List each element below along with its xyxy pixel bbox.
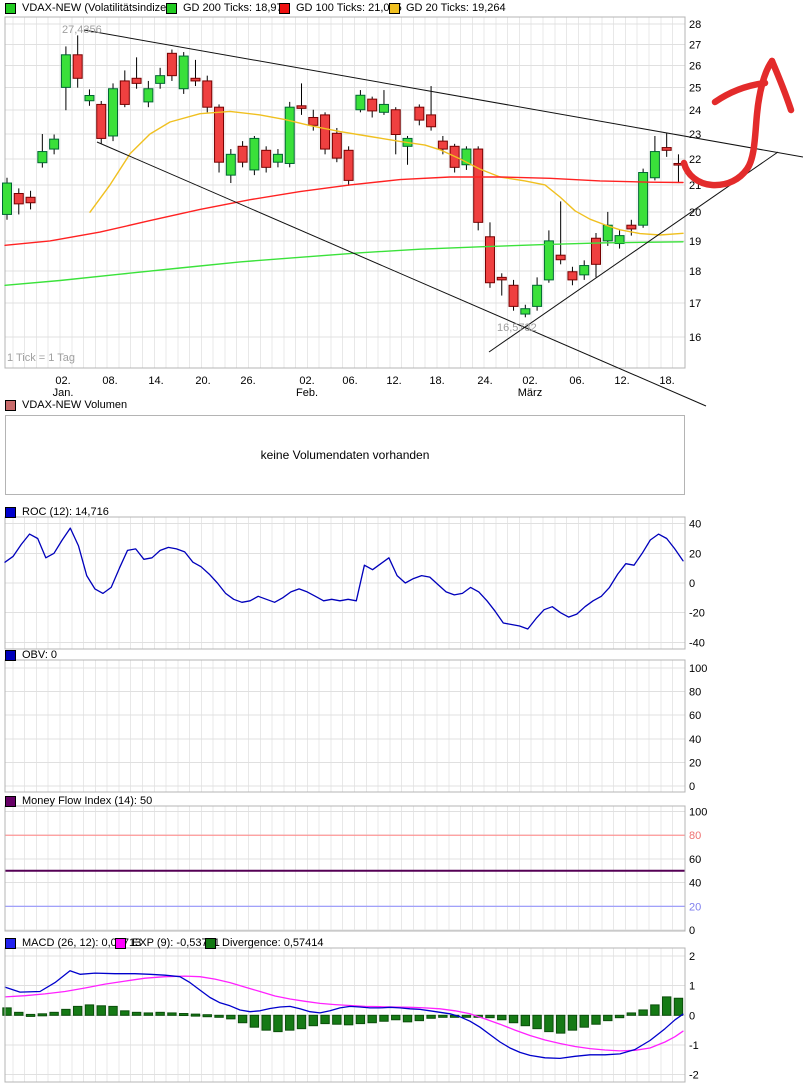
series-swatch-mfi (5, 795, 16, 807)
chart-canvas: 2827262524232221201918171602.Jan.08. 14. 2… (2, 16, 803, 1083)
svg-text:März: März (518, 387, 542, 399)
volume-empty-text: keine Volumendaten vorhanden (260, 448, 430, 462)
legend-item-gd20: GD 20 Ticks: 19,264 (389, 2, 506, 14)
svg-text:08.: 08. (102, 375, 117, 387)
svg-text:20.: 20. (195, 375, 210, 387)
svg-text:06.: 06. (569, 375, 584, 387)
svg-text:26.: 26. (240, 375, 255, 387)
legend-item-roc: ROC (12): 14,716 (5, 506, 109, 518)
legend-label-gd20: GD 20 Ticks: 19,264 (406, 2, 506, 14)
legend-label-obv: OBV: 0 (22, 649, 58, 661)
svg-text:02.: 02. (55, 375, 70, 387)
svg-text:0: 0 (689, 1010, 695, 1022)
svg-text:-20: -20 (689, 608, 705, 620)
svg-text:18.: 18. (429, 375, 444, 387)
legend-item-mfi: Money Flow Index (14): 50 (5, 795, 152, 807)
chart-page: 28 27 26 25 24 23 22 21 20 19 18 17 16 02. Jan. 08. 14. 2… (0, 0, 803, 1084)
svg-text:2: 2 (689, 951, 695, 963)
svg-text:12.: 12. (386, 375, 401, 387)
svg-text:28: 28 (689, 19, 701, 31)
legend-label-gd100: GD 100 Ticks: 21,085 (296, 2, 402, 14)
svg-text:60: 60 (689, 710, 701, 722)
svg-text:17: 17 (689, 298, 701, 310)
legend-item-obv: OBV: 0 (5, 649, 57, 661)
svg-text:Feb.: Feb. (296, 387, 318, 399)
legend-label-roc: ROC (12): 14,716 (22, 506, 109, 518)
svg-text:0: 0 (689, 578, 695, 590)
svg-text:20: 20 (689, 548, 701, 560)
legend-label-volume: VDAX-NEW Volumen (22, 399, 128, 411)
svg-text:80: 80 (689, 687, 701, 699)
svg-text:06.: 06. (342, 375, 357, 387)
svg-text:100: 100 (689, 663, 707, 675)
series-swatch-vdax (5, 2, 16, 14)
svg-text:19: 19 (689, 236, 701, 248)
legend-item-gd200: GD 200 Ticks: 18,97 (166, 2, 283, 14)
svg-text:02.: 02. (299, 375, 314, 387)
legend-label-divergence: Divergence: 0,57414 (222, 937, 324, 949)
series-swatch-gd100 (279, 2, 290, 14)
svg-text:24.: 24. (477, 375, 492, 387)
svg-text:100: 100 (689, 807, 707, 819)
svg-text:0: 0 (689, 925, 695, 937)
svg-text:23: 23 (689, 129, 701, 141)
svg-text:40: 40 (689, 734, 701, 746)
svg-text:12.: 12. (614, 375, 629, 387)
high-value-label: 27,4356 (62, 24, 102, 36)
series-swatch-gd200 (166, 2, 177, 14)
legend-item-divergence: Divergence: 0,57414 (205, 937, 324, 949)
volume-empty-panel: keine Volumendaten vorhanden (5, 415, 685, 495)
legend-item-gd100: GD 100 Ticks: 21,085 (279, 2, 402, 14)
legend-label-gd200: GD 200 Ticks: 18,97 (183, 2, 283, 14)
svg-text:60: 60 (689, 854, 701, 866)
series-swatch-volume (5, 399, 16, 411)
svg-text:40: 40 (689, 519, 701, 531)
svg-text:02.: 02. (522, 375, 537, 387)
series-swatch-exp (115, 937, 126, 949)
svg-text:16: 16 (689, 332, 701, 344)
legend-item-vdax: VDAX-NEW (Volatilitätsindizes) (5, 2, 175, 14)
low-value-label: 16,5732 (497, 322, 537, 334)
svg-text:27: 27 (689, 39, 701, 51)
svg-text:20: 20 (689, 901, 701, 913)
svg-text:22: 22 (689, 154, 701, 166)
svg-text:14.: 14. (148, 375, 163, 387)
svg-text:18: 18 (689, 266, 701, 278)
legend-label-vdax: VDAX-NEW (Volatilitätsindizes) (22, 2, 176, 14)
legend-item-volume: VDAX-NEW Volumen (5, 399, 127, 411)
series-swatch-divergence (205, 937, 216, 949)
series-swatch-roc (5, 506, 16, 518)
svg-text:0: 0 (689, 781, 695, 793)
svg-text:26: 26 (689, 60, 701, 72)
svg-text:Jan.: Jan. (53, 387, 74, 399)
svg-text:25: 25 (689, 82, 701, 94)
svg-text:18.: 18. (659, 375, 674, 387)
svg-text:40: 40 (689, 878, 701, 890)
svg-text:-2: -2 (689, 1070, 699, 1082)
series-swatch-gd20 (389, 2, 400, 14)
tick-scale-note: 1 Tick = 1 Tag (7, 352, 75, 364)
legend-label-mfi: Money Flow Index (14): 50 (22, 795, 153, 807)
series-swatch-obv (5, 649, 16, 661)
svg-text:1: 1 (689, 981, 695, 993)
svg-text:24: 24 (689, 105, 701, 117)
svg-text:80: 80 (689, 830, 701, 842)
svg-text:20: 20 (689, 757, 701, 769)
svg-text:-1: -1 (689, 1040, 699, 1052)
svg-text:-40: -40 (689, 637, 705, 649)
series-swatch-macd (5, 937, 16, 949)
